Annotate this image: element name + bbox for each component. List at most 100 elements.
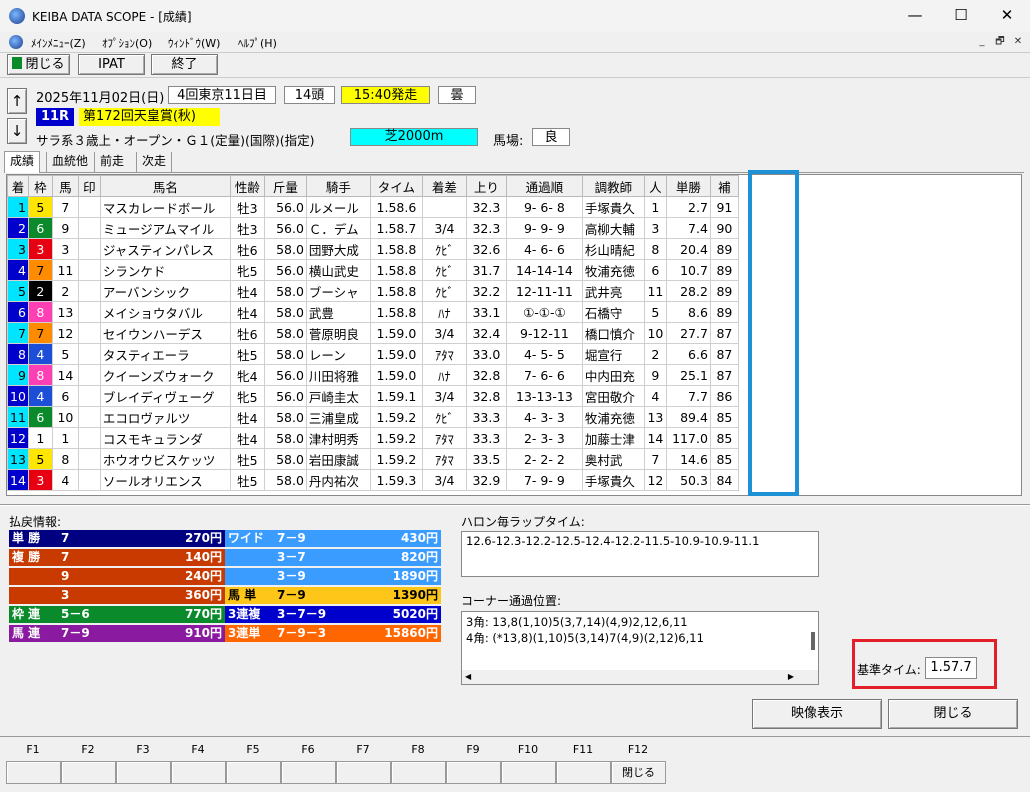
corner-hscrollbar[interactable]: ◀ ▶	[462, 670, 818, 684]
cell-8: 1.58.8	[369, 280, 423, 302]
table-row[interactable]: 6 8 13 メイショウタバル 牡4 58.0 武豊 1.58.8 ﾊﾅ 33.1 ①-①-① 石橋守…	[7, 301, 739, 323]
column-header[interactable]: 馬名	[99, 175, 231, 197]
fkey-button-6[interactable]	[281, 761, 336, 784]
race-start-time: 15:40発走	[341, 86, 430, 104]
close-button[interactable]: 閉じる	[888, 699, 1018, 729]
table-row[interactable]: 1 5 7 マスカレードボール 牡3 56.0 ルメール 1.58.6 32.3 9- 6- 8手…	[7, 196, 739, 218]
fkey-button-9[interactable]	[446, 761, 501, 784]
cell-4: ジャスティンパレス	[99, 238, 231, 260]
cell-9: ｱﾀﾏ	[421, 427, 467, 449]
fkey-button-11[interactable]	[556, 761, 611, 784]
cell-12: 杉山晴紀	[581, 238, 645, 260]
table-row[interactable]: 2 6 9 ミュージアムマイル 牡3 56.0 Ｃ．デム 1.58.7 3/4 32.3 9- 9-…	[7, 217, 739, 239]
results-grid[interactable]: 着枠馬印馬名 性齢 斤量 騎手 タイム 着差 上り 通過順 調教師人単勝補 1 5 7 マスカレードボ…	[6, 174, 1022, 496]
scroll-right-icon[interactable]: ▶	[788, 670, 794, 684]
fkey-button-7[interactable]	[336, 761, 391, 784]
fkey-label-6: F6	[301, 743, 315, 756]
mdi-restore-button[interactable]: 🗗	[993, 35, 1007, 49]
cell-15: 89	[709, 280, 739, 302]
window-title: KEIBA DATA SCOPE - [成績]	[32, 10, 192, 24]
fkey-label-12: F12	[627, 743, 649, 756]
column-header[interactable]: 人	[643, 175, 667, 197]
table-row[interactable]: 10 4 6 ブレイディヴェーグ 牝5 56.0 戸崎圭太 1.59.1 3/4 32.8 13-1…	[7, 385, 739, 407]
fkey-button-5[interactable]	[226, 761, 281, 784]
maximize-button[interactable]: ☐	[938, 0, 984, 32]
column-header[interactable]: 騎手	[305, 175, 371, 197]
column-header[interactable]: 通過順	[505, 175, 583, 197]
cell-5: 牡6	[229, 322, 265, 344]
fkey-button-2[interactable]	[61, 761, 116, 784]
ipat-button[interactable]: IPAT	[78, 54, 145, 75]
cell-11: 4- 3- 3	[505, 406, 583, 428]
table-row[interactable]: 11 6 10 エコロヴァルツ 牡4 58.0 三浦皇成 1.59.2 ｸﾋﾞ 33.3 4- 3-…	[7, 406, 739, 428]
column-header[interactable]: 着差	[421, 175, 467, 197]
f12-label: 閉じる	[622, 766, 655, 779]
fkey-button-1[interactable]	[6, 761, 61, 784]
corner-scroll-thumb[interactable]	[811, 632, 815, 650]
cell-2: 6	[51, 385, 79, 407]
fkey-button-4[interactable]	[171, 761, 226, 784]
menu-main[interactable]: ﾒｲﾝﾒﾆｭｰ(Z)	[31, 35, 86, 51]
fkey-button-8[interactable]	[391, 761, 446, 784]
cell-11: 14-14-14	[505, 259, 583, 281]
exit-button[interactable]: 終了	[151, 54, 218, 75]
minimize-button[interactable]: —	[892, 0, 938, 32]
table-row[interactable]: 5 2 2 アーバンシック 牡4 58.0 ブーシャ 1.58.8 ｸﾋﾞ 32.2 12-11-1…	[7, 280, 739, 302]
scroll-left-icon[interactable]: ◀	[465, 670, 471, 684]
column-header[interactable]: 馬	[51, 175, 79, 197]
cell-12: 奥村武	[581, 448, 645, 470]
tab-prev-race[interactable]: 前走	[94, 152, 129, 172]
cell-0: 1	[7, 196, 29, 218]
cell-14: 7.7	[665, 385, 711, 407]
mdi-app-icon[interactable]	[9, 35, 23, 49]
next-race-button[interactable]: ↓	[7, 118, 27, 144]
mdi-minimize-button[interactable]: _	[975, 35, 989, 49]
cell-12: 中内田充	[581, 364, 645, 386]
cell-2: 5	[51, 343, 79, 365]
payout-row: ワイド 7－9 430円	[225, 530, 441, 547]
cell-9: 3/4	[421, 217, 467, 239]
payout-comb: 3－9	[277, 569, 306, 583]
column-header[interactable]: 枠	[27, 175, 53, 197]
menu-option[interactable]: ｵﾌﾟｼｮﾝ(O)	[102, 35, 152, 51]
menu-bar: ﾒｲﾝﾒﾆｭｰ(Z) ｵﾌﾟｼｮﾝ(O) ｳｨﾝﾄﾞｳ(W) ﾍﾙﾌﾟ(H)	[0, 32, 1030, 52]
video-button[interactable]: 映像表示	[752, 699, 882, 729]
column-header[interactable]: 単勝	[665, 175, 711, 197]
menu-window[interactable]: ｳｨﾝﾄﾞｳ(W)	[168, 35, 220, 51]
fkey-button-3[interactable]	[116, 761, 171, 784]
tab-pedigree[interactable]: 血統他	[46, 152, 93, 172]
cell-15: 84	[709, 469, 739, 491]
table-row[interactable]: 9 8 14 クイーンズウォーク 牝4 56.0 川田将雅 1.59.0 ﾊﾅ 32.8 7- 6-…	[7, 364, 739, 386]
lap-textbox[interactable]: 12.6-12.3-12.2-12.5-12.4-12.2-11.5-10.9-…	[461, 531, 819, 577]
corner-textbox[interactable]: 3角: 13,8(1,10)5(3,7,14)(4,9)2,12,6,11 4角…	[461, 611, 819, 685]
close-window-button[interactable]: ✕	[984, 0, 1030, 32]
table-row[interactable]: 14 3 4 ソールオリエンス 牡5 58.0 丹内祐次 1.59.3 3/4 32.9 7- 9-…	[7, 469, 739, 491]
payout-amount: 240円	[184, 569, 222, 583]
column-header[interactable]: 着	[7, 175, 29, 197]
tab-next-race[interactable]: 次走	[136, 152, 173, 172]
column-header[interactable]: 性齢	[229, 175, 265, 197]
cell-11: 9- 9- 9	[505, 217, 583, 239]
mdi-close-button[interactable]: ✕	[1011, 35, 1025, 49]
toolbar-close-button[interactable]: 閉じる	[7, 54, 70, 75]
table-row[interactable]: 8 4 5 タスティエーラ 牡5 58.0 レーン 1.59.0 ｱﾀﾏ 33.0 4- 5- 5堀…	[7, 343, 739, 365]
table-row[interactable]: 4 7 11 シランケド 牝5 56.0 横山武史 1.58.8 ｸﾋﾞ 31.7 14-14-14…	[7, 259, 739, 281]
column-header[interactable]: 印	[77, 175, 101, 197]
column-header[interactable]: 補	[709, 175, 739, 197]
column-header[interactable]: 上り	[465, 175, 507, 197]
column-header[interactable]: 斤量	[263, 175, 307, 197]
table-row[interactable]: 7 7 12 セイウンハーデス 牡6 58.0 菅原明良 1.59.0 3/4 32.4 9-12-…	[7, 322, 739, 344]
cell-1: 6	[27, 217, 53, 239]
prev-race-button[interactable]: ↑	[7, 88, 27, 114]
table-row[interactable]: 12 1 1 コスモキュランダ 牡4 58.0 津村明秀 1.59.2 ｱﾀﾏ 33.3 2- 3-…	[7, 427, 739, 449]
table-row[interactable]: 3 3 3 ジャスティンパレス 牡6 58.0 団野大成 1.58.8 ｸﾋﾞ 32.6 4- 6-…	[7, 238, 739, 260]
fkey-label-3: F3	[136, 743, 150, 756]
fkey-button-10[interactable]	[501, 761, 556, 784]
fkey-button-12[interactable]: 閉じる	[611, 761, 666, 784]
menu-help[interactable]: ﾍﾙﾌﾟ(H)	[238, 35, 277, 51]
tab-results[interactable]: 成績	[4, 151, 41, 173]
column-header[interactable]: 調教師	[581, 175, 645, 197]
column-header[interactable]: タイム	[369, 175, 423, 197]
table-row[interactable]: 13 5 8 ホウオウビスケッツ 牡5 58.0 岩田康誠 1.59.2 ｱﾀﾏ 33.5 2- 2…	[7, 448, 739, 470]
payout-type: 単 勝	[12, 531, 41, 545]
